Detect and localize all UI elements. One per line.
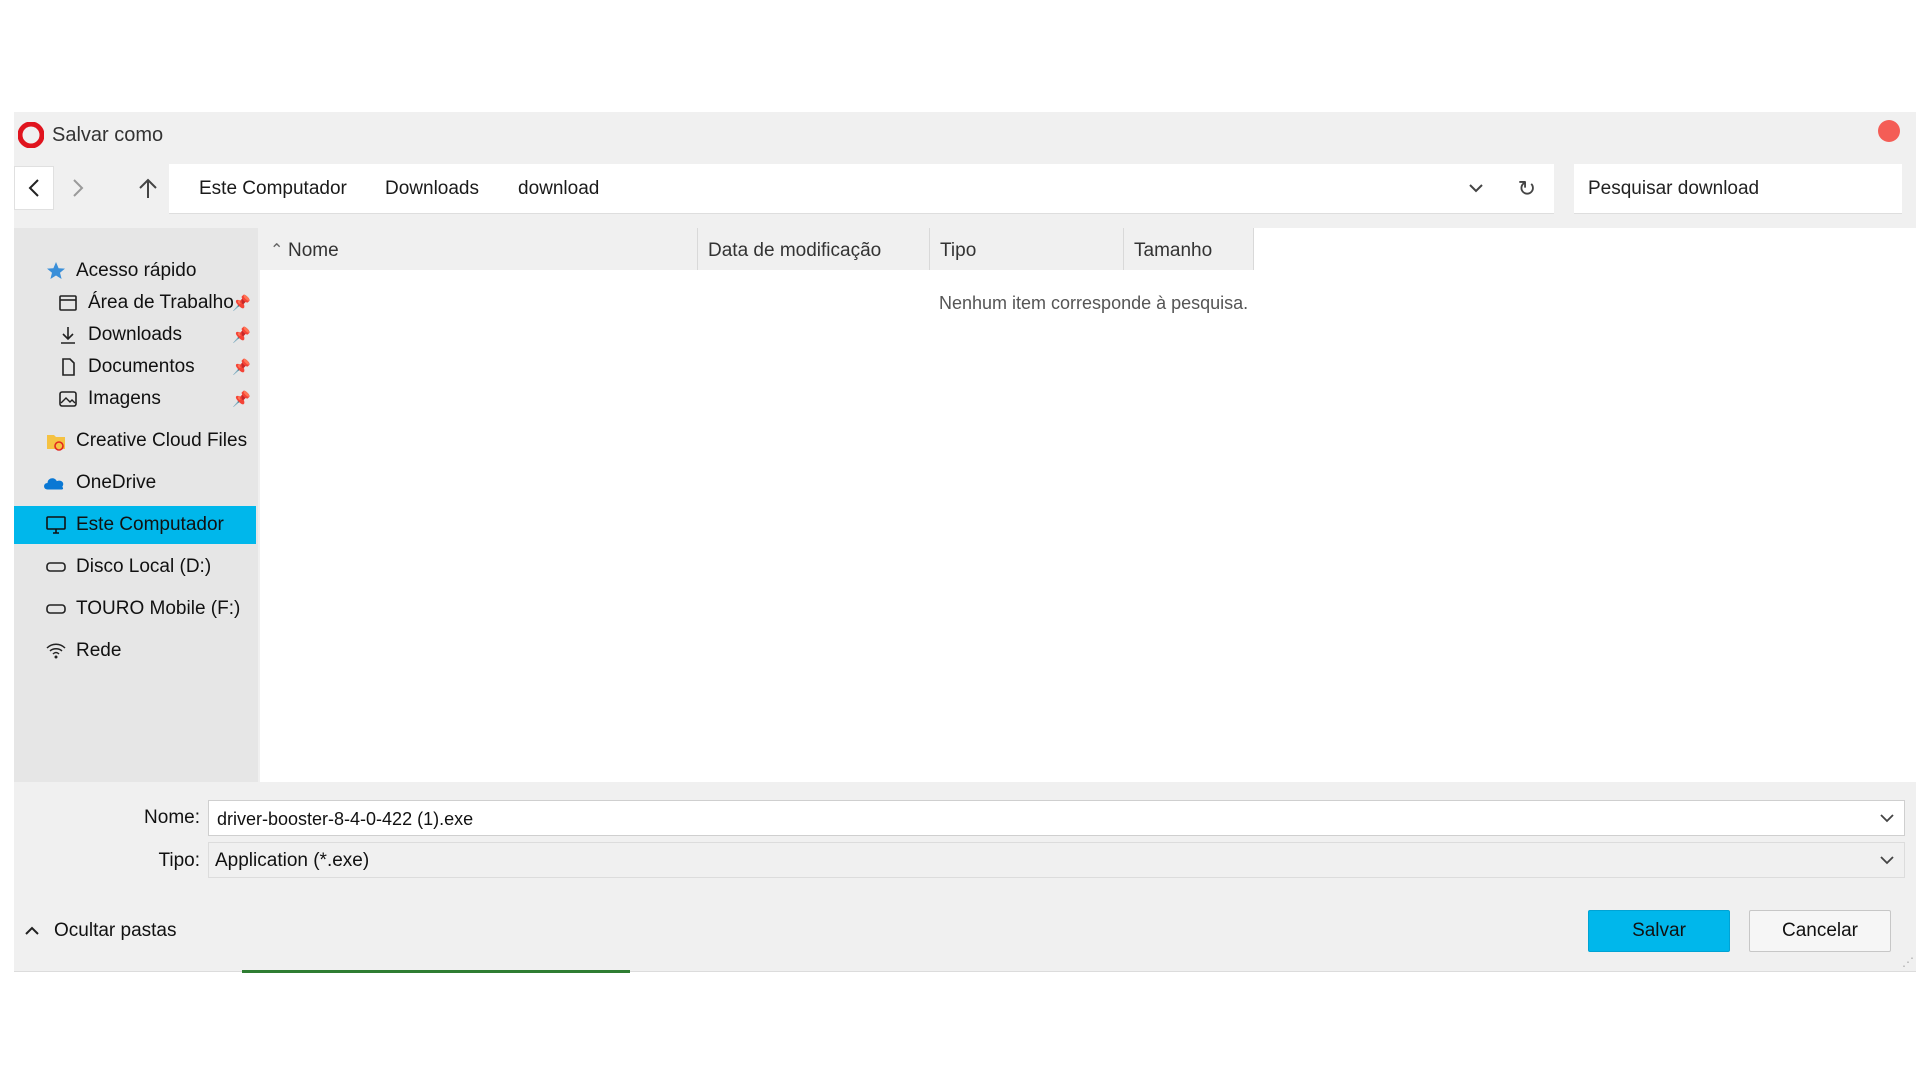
resize-grip-icon[interactable]: ⋰ — [1902, 955, 1914, 969]
sidebar-item-label: Este Computador — [76, 514, 224, 535]
chevron-down-icon[interactable] — [1878, 809, 1896, 827]
sidebar-item-label: Área de Trabalho — [88, 292, 234, 313]
filename-label: Nome: — [144, 807, 200, 828]
sidebar-item-label: OneDrive — [76, 472, 157, 493]
address-bar[interactable]: Este Computador Downloads download ↻ — [169, 164, 1554, 214]
filename-field[interactable] — [208, 800, 1905, 836]
file-type-value: Application (*.exe) — [215, 850, 370, 871]
column-header-label: Nome — [288, 240, 339, 261]
dialog-title: Salvar como — [52, 124, 164, 146]
search-box[interactable] — [1574, 164, 1902, 214]
up-arrow-icon — [139, 178, 157, 198]
sidebar-item-touro-mobile-f[interactable]: TOURO Mobile (F:) — [14, 590, 256, 628]
hide-folders-toggle[interactable]: Ocultar pastas — [24, 920, 177, 942]
drive-icon — [44, 555, 68, 579]
up-folder-button[interactable] — [128, 166, 168, 210]
opera-logo-icon — [18, 122, 44, 148]
back-button[interactable] — [14, 166, 54, 210]
sidebar-item-rede[interactable]: Rede — [14, 632, 256, 670]
sidebar-item-label: Downloads — [88, 324, 182, 345]
chevron-down-icon — [1880, 856, 1894, 865]
sidebar-item-imagens[interactable]: Imagens 📌 — [14, 380, 256, 418]
breadcrumb-este-computador[interactable]: Este Computador — [199, 178, 347, 200]
sidebar-item-label: Imagens — [88, 388, 161, 409]
sidebar-item-onedrive[interactable]: OneDrive — [14, 464, 256, 502]
sidebar-item-creative-cloud-files[interactable]: Creative Cloud Files — [14, 422, 256, 460]
chevron-up-icon — [25, 926, 39, 935]
file-type-label: Tipo: — [158, 850, 200, 871]
column-header-data-de-modificacao[interactable]: Data de modificação — [698, 228, 930, 270]
sidebar-item-label: TOURO Mobile (F:) — [76, 598, 241, 619]
file-type-select[interactable]: Application (*.exe) — [208, 842, 1905, 878]
pin-icon: 📌 — [232, 327, 251, 344]
filename-input[interactable] — [217, 807, 1617, 831]
column-header-tipo[interactable]: Tipo — [930, 228, 1124, 270]
sidebar-item-label: Disco Local (D:) — [76, 556, 212, 577]
column-header-label: Tamanho — [1134, 240, 1213, 261]
close-button[interactable] — [1878, 120, 1900, 142]
drive-icon — [44, 597, 68, 621]
forward-button[interactable] — [58, 166, 98, 210]
back-arrow-icon — [28, 179, 39, 197]
chevron-down-icon[interactable] — [1468, 180, 1484, 196]
cancel-button[interactable]: Cancelar — [1749, 910, 1891, 952]
navigation-pane: Acesso rápido Área de Trabalho 📌 Downloa… — [14, 228, 258, 782]
star-icon — [44, 259, 68, 283]
cloud-icon — [42, 471, 66, 495]
download-icon — [56, 323, 80, 347]
breadcrumb-downloads[interactable]: Downloads — [385, 178, 479, 200]
column-header-label: Data de modificação — [708, 240, 882, 261]
save-button[interactable]: Salvar — [1588, 910, 1730, 952]
computer-icon — [44, 513, 68, 537]
sidebar-item-disco-local-d[interactable]: Disco Local (D:) — [14, 548, 256, 586]
progress-indicator — [242, 970, 630, 973]
column-header-tamanho[interactable]: Tamanho — [1124, 228, 1254, 270]
sort-ascending-icon: ⌃ — [270, 242, 284, 259]
empty-results-message: Nenhum item corresponde à pesquisa. — [939, 293, 1249, 313]
navigation-bar: Este Computador Downloads download ↻ — [14, 164, 1916, 216]
sidebar-item-label: Documentos — [88, 356, 195, 377]
creative-cloud-folder-icon — [44, 429, 68, 453]
desktop-icon — [56, 291, 80, 315]
save-as-dialog: Salvar como Este Computador Downloads do… — [14, 112, 1916, 973]
pin-icon: 📌 — [232, 359, 251, 376]
network-icon — [44, 639, 68, 663]
column-header-label: Tipo — [940, 240, 977, 261]
refresh-icon[interactable]: ↻ — [1518, 176, 1536, 202]
sidebar-item-label: Creative Cloud Files — [76, 430, 248, 451]
title-bar: Salvar como — [14, 112, 1916, 156]
document-icon — [56, 355, 80, 379]
image-icon — [56, 387, 80, 411]
file-list-pane: Nome ⌃ Data de modificação Tipo Tamanho … — [260, 228, 1916, 782]
pin-icon: 📌 — [232, 391, 251, 408]
hide-folders-label: Ocultar pastas — [54, 920, 177, 941]
search-input[interactable] — [1588, 176, 1888, 202]
column-header-nome[interactable]: Nome ⌃ — [260, 228, 698, 270]
breadcrumb-download[interactable]: download — [518, 178, 599, 200]
forward-arrow-icon — [73, 179, 84, 197]
sidebar-item-label: Acesso rápido — [76, 260, 197, 281]
sidebar-item-label: Rede — [76, 640, 122, 661]
pin-icon: 📌 — [232, 295, 251, 312]
sidebar-item-este-computador[interactable]: Este Computador — [14, 506, 256, 544]
